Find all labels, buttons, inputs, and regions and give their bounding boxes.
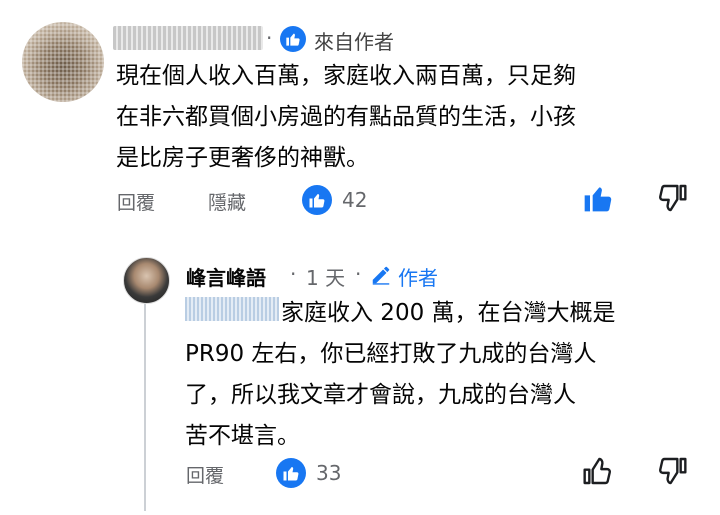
reply-author-name[interactable]: 峰言峰語 bbox=[186, 262, 266, 291]
like-count: 33 bbox=[316, 461, 342, 485]
reply-button[interactable]: 回覆 bbox=[117, 188, 155, 215]
comment-line: 是比房子更奢侈的神獸。 bbox=[116, 145, 369, 171]
commenter-avatar[interactable] bbox=[22, 22, 104, 102]
like-count: 42 bbox=[342, 188, 368, 212]
reply-line: PR90 左右，你已經打敗了九成的台灣人 bbox=[185, 341, 597, 367]
thumbs-up-icon[interactable] bbox=[582, 182, 614, 218]
thumbs-down-icon[interactable] bbox=[656, 455, 688, 491]
reply-time[interactable]: 1 天 bbox=[306, 262, 345, 291]
pencil-icon bbox=[370, 264, 392, 290]
source-label: 來自作者 bbox=[314, 30, 394, 54]
comment-body: 現在個人收入百萬，家庭收入兩百萬，只足夠 在非六都買個小房過的有點品質的生活，小… bbox=[116, 56, 716, 179]
reply-line: 了，所以我文章才會說，九成的台灣人 bbox=[185, 382, 576, 408]
like-badge-icon bbox=[280, 26, 306, 52]
reply-body: 家庭收入 200 萬，在台灣大概是 PR90 左右，你已經打敗了九成的台灣人 了… bbox=[185, 293, 715, 457]
like-badge-icon bbox=[302, 185, 332, 215]
reply-author-avatar[interactable] bbox=[123, 257, 170, 304]
thumbs-down-icon[interactable] bbox=[656, 182, 688, 218]
commenter-name-redacted[interactable] bbox=[113, 26, 263, 50]
thread-line bbox=[144, 296, 146, 511]
meta-separator: · bbox=[290, 262, 297, 286]
meta-separator: · bbox=[355, 262, 362, 286]
comment-line: 在非六都買個小房過的有點品質的生活，小孩 bbox=[116, 104, 576, 130]
meta-separator: · bbox=[266, 26, 273, 50]
reply-line: 苦不堪言。 bbox=[185, 423, 300, 449]
like-badge-icon bbox=[276, 458, 306, 488]
reply-button[interactable]: 回覆 bbox=[186, 461, 224, 488]
comment-line: 現在個人收入百萬，家庭收入兩百萬，只足夠 bbox=[116, 63, 576, 89]
thumbs-up-icon[interactable] bbox=[582, 455, 614, 491]
hide-button[interactable]: 隱藏 bbox=[208, 188, 246, 215]
author-tag: 作者 bbox=[398, 266, 438, 290]
reply-line: 家庭收入 200 萬，在台灣大概是 bbox=[281, 300, 616, 326]
